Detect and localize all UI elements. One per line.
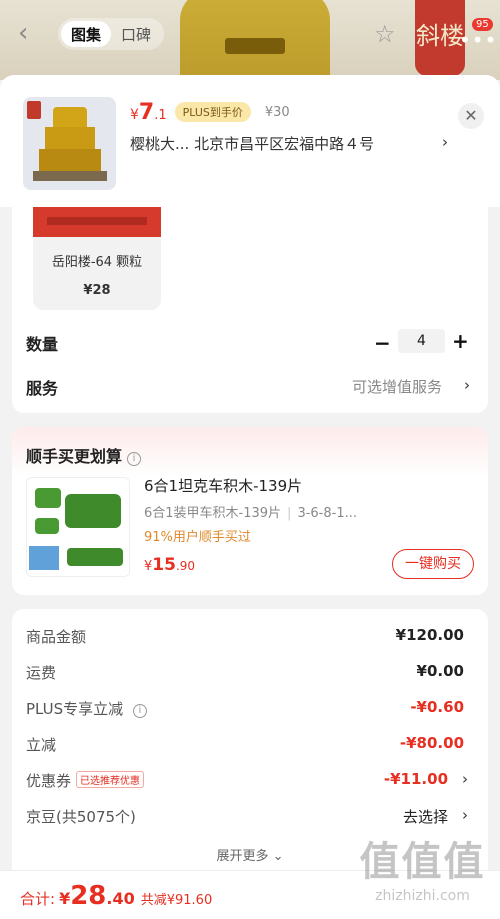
thumbnail-mid: [45, 127, 95, 149]
summary-label: 运费: [26, 664, 57, 682]
addon-price-decimal: .90: [175, 559, 196, 573]
summary-label: 商品金额: [26, 628, 87, 646]
stamp-logo: 斜楼: [415, 0, 465, 76]
addon-spec-left: 6合1装甲车积木-139片: [144, 506, 282, 521]
summary-value: -¥0.60: [410, 698, 464, 716]
addon-card: 顺手买更划算 i 6合1坦克车积木-139片 6合1装甲车积木-139片 | 3-6-…: [12, 427, 488, 595]
summary-label: PLUS专享立减 i: [26, 698, 147, 719]
gallery-segmented-control: 图集 口碑: [58, 18, 164, 50]
summary-row-instant-discount: 立减 -¥80.00: [26, 734, 474, 758]
thumbnail-low: [39, 149, 101, 171]
variant-name: 岳阳楼-64 颗粒: [51, 255, 143, 270]
quantity-label: 数量: [26, 335, 59, 354]
summary-label: 京豆(共5075个): [26, 808, 136, 826]
addon-image-part: [29, 546, 59, 570]
more-icon[interactable]: •••: [459, 28, 497, 52]
price-line: ¥ 7 .1 PLUS到手价 ¥30: [130, 100, 290, 125]
addon-title: 顺手买更划算 i: [26, 443, 142, 467]
original-price: ¥30: [264, 105, 290, 120]
addon-price-integer: 15: [152, 555, 176, 575]
addon-image-part: [67, 548, 123, 566]
summary-row-goods-amount: 商品金额 ¥120.00: [26, 626, 474, 650]
addon-spec: 6合1装甲车积木-139片 | 3-6-8-1...: [144, 502, 357, 521]
summary-value: ¥120.00: [395, 626, 464, 644]
quantity-input[interactable]: 4: [398, 329, 445, 353]
options-card: 岳阳楼-64 颗粒 ¥28 数量 − 4 + 服务 可选增值服务 ›: [12, 207, 488, 413]
summary-row-shipping: 运费 ¥0.00: [26, 662, 474, 686]
watermark-logo: 值值值: [359, 839, 486, 885]
summary-label: 立减: [26, 736, 57, 754]
addon-price-symbol: ¥: [144, 559, 153, 574]
summary-row-plus-discount: PLUS专享立减 i -¥0.60: [26, 698, 474, 722]
coupon-tag: 已选推荐优惠: [76, 771, 145, 788]
info-icon[interactable]: i: [132, 704, 147, 718]
addon-image-part: [65, 494, 121, 528]
summary-label-text: 优惠券: [26, 772, 72, 790]
summary-row-coupon[interactable]: 优惠券 已选推荐优惠 -¥11.00 ›: [26, 770, 474, 794]
back-icon[interactable]: ‹: [18, 20, 44, 48]
addon-purchase-rate: 91%用户顺手买过: [144, 530, 251, 545]
price-symbol: ¥: [130, 107, 139, 123]
price-decimal: .1: [154, 108, 167, 123]
sheet-header: ¥ 7 .1 PLUS到手价 ¥30 樱桃大... 北京市昌平区宏福中路４号 ›…: [0, 75, 500, 207]
notification-badge: 95: [472, 18, 493, 31]
quantity-decrease-button[interactable]: −: [374, 331, 391, 355]
delivery-address[interactable]: 樱桃大... 北京市昌平区宏福中路４号: [130, 133, 440, 154]
tab-gallery[interactable]: 图集: [61, 21, 111, 47]
divider: |: [287, 506, 292, 521]
expand-more-label: 展开更多: [216, 849, 269, 864]
service-value[interactable]: 可选增值服务: [352, 376, 442, 397]
summary-row-jingdou[interactable]: 京豆(共5075个) 去选择 ›: [26, 806, 474, 830]
thumbnail-roof: [53, 107, 87, 127]
info-icon[interactable]: i: [127, 452, 142, 466]
total-integer: 28: [70, 881, 107, 911]
summary-label-text: PLUS专享立减: [26, 700, 124, 718]
addon-spec-right: 3-6-8-1...: [297, 506, 357, 521]
quantity-increase-button[interactable]: +: [452, 329, 469, 353]
variant-price: ¥28: [83, 283, 111, 298]
service-label: 服务: [26, 379, 59, 398]
variant-image: [33, 207, 161, 237]
addon-title-text: 顺手买更划算: [26, 447, 123, 466]
summary-value: 去选择: [402, 808, 448, 826]
plus-price-badge: PLUS到手价: [174, 102, 251, 122]
purchase-sheet: ¥ 7 .1 PLUS到手价 ¥30 樱桃大... 北京市昌平区宏福中路４号 ›…: [0, 75, 500, 919]
product-thumbnail: [23, 97, 116, 190]
thumbnail-base: [33, 171, 107, 181]
price-integer: 7: [138, 100, 155, 125]
chevron-right-icon[interactable]: ›: [462, 770, 468, 788]
tab-reviews[interactable]: 口碑: [111, 21, 161, 47]
addon-image-part: [35, 518, 59, 534]
addon-product-name[interactable]: 6合1坦克车积木-139片: [144, 475, 302, 496]
one-click-buy-button[interactable]: 一键购买: [392, 549, 474, 579]
variant-option[interactable]: 岳阳楼-64 颗粒 ¥28: [33, 207, 161, 310]
total-label: 合计:: [20, 890, 56, 908]
summary-value: -¥80.00: [399, 734, 464, 752]
gallery-image-detail: [225, 38, 285, 54]
total-symbol: ¥: [59, 889, 71, 908]
summary-label: 优惠券 已选推荐优惠: [26, 770, 145, 791]
thumbnail-tag: [27, 101, 41, 119]
total-decimal: .40: [106, 889, 135, 908]
watermark-url: zhizhizhi.com: [375, 888, 470, 904]
chevron-down-icon: ⌄: [272, 849, 284, 864]
chevron-right-icon[interactable]: ›: [464, 376, 470, 394]
total-saved: 共减¥91.60: [140, 893, 213, 908]
close-icon[interactable]: ✕: [458, 103, 484, 129]
addon-image-part: [35, 488, 61, 508]
addon-price: ¥ 15 .90: [144, 555, 195, 575]
addon-image[interactable]: [26, 477, 130, 577]
site-watermark: 值值值 zhizhizhi.com: [350, 838, 495, 916]
summary-value: -¥11.00: [383, 770, 448, 788]
chevron-right-icon[interactable]: ›: [442, 133, 448, 151]
favorite-icon[interactable]: ☆: [374, 20, 396, 48]
total-price: 合计: ¥ 28 .40 共减¥91.60: [20, 881, 212, 911]
chevron-right-icon[interactable]: ›: [462, 806, 468, 824]
summary-value: ¥0.00: [416, 662, 464, 680]
